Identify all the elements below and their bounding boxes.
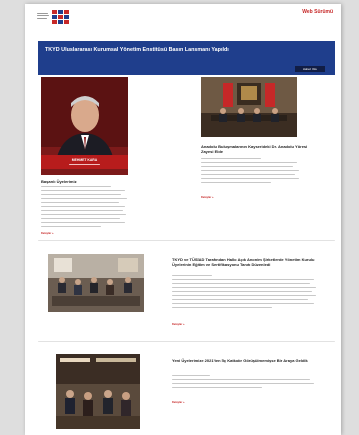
divider: [38, 341, 335, 342]
banner-title: TKYD Uluslararası Kurumsal Yönetim Ensti…: [45, 47, 229, 53]
article-3-title[interactable]: TKYD ve TÜSİAD Tarafından Hallo Açık Ano…: [172, 257, 322, 267]
meeting-image: [201, 77, 297, 137]
web-version-link[interactable]: Web Sürümü: [302, 9, 333, 15]
conference-image: [48, 254, 144, 312]
portrait-caption: MEHMET KARA: [71, 158, 98, 162]
article-4-photo[interactable]: [56, 354, 140, 429]
article-4-title[interactable]: Yeni Üyelerimize 2021'ten İlç Katkıdır G…: [172, 358, 322, 363]
article-1-more-link[interactable]: Detaylar »: [41, 232, 53, 235]
article-2-title[interactable]: Anadolu Buluşmalarının Kayserideki Dr. A…: [201, 144, 311, 154]
hero-banner[interactable]: TKYD Uluslararası Kurumsal Yönetim Ensti…: [38, 41, 335, 75]
divider: [38, 240, 335, 241]
logo-icon[interactable]: [52, 10, 69, 25]
article-4-more-link[interactable]: Detaylar »: [172, 401, 184, 404]
article-2-more-link[interactable]: Detaylar »: [201, 196, 213, 199]
newsletter-page: Web Sürümü TKYD Uluslararası Kurumsal Yö…: [25, 4, 341, 435]
group-image: [56, 354, 140, 429]
article-3-more-link[interactable]: Detaylar »: [172, 323, 184, 326]
header: Web Sürümü: [25, 4, 341, 32]
logo-caption: [37, 13, 50, 19]
article-2-photo[interactable]: [201, 77, 297, 137]
article-1-title[interactable]: Başarılı Üyelerimiz: [41, 179, 131, 184]
read-more-button[interactable]: Haberi Oku: [295, 66, 325, 72]
article-3-photo[interactable]: [48, 254, 144, 312]
portrait-caption-bar: MEHMET KARA: [41, 155, 128, 169]
article-1-photo[interactable]: MEHMET KARA: [41, 77, 128, 175]
